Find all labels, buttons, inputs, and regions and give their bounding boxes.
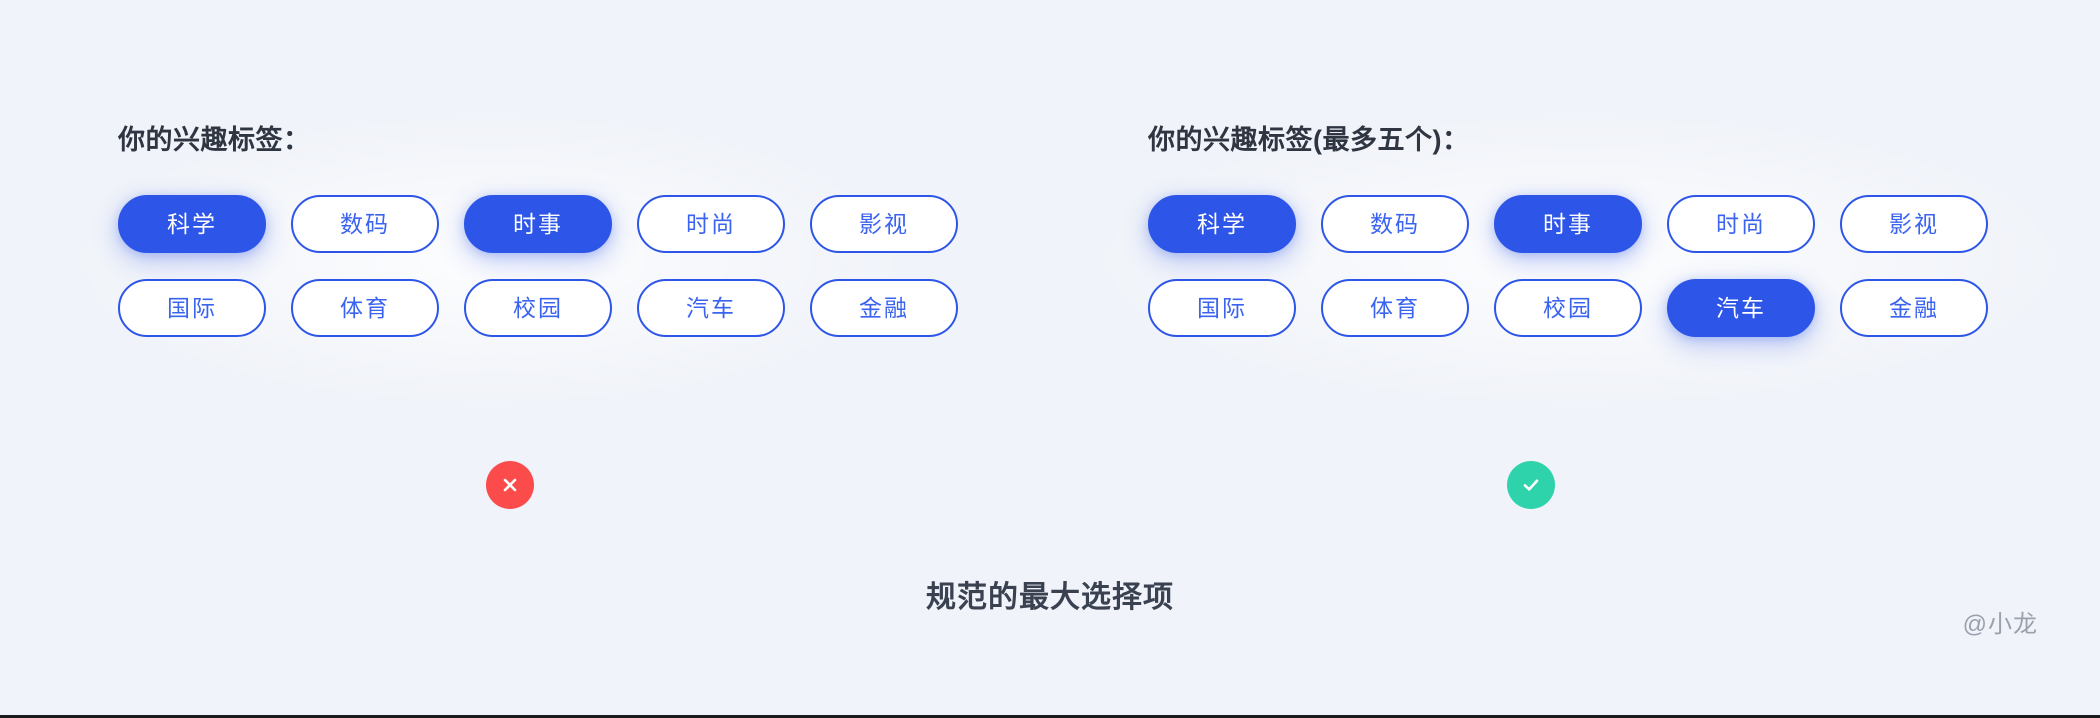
close-icon: [499, 474, 521, 496]
chip-slot: 时尚: [1667, 195, 1840, 253]
interest-chip-shishi[interactable]: 时事: [1494, 195, 1642, 253]
interest-chip-jinrong[interactable]: 金融: [1840, 279, 1988, 337]
interest-chip-tiyu[interactable]: 体育: [1321, 279, 1469, 337]
chip-slot: 汽车: [637, 279, 810, 337]
panel-with-limit: 你的兴趣标签(最多五个)： 科学 数码 时事 时尚 影视 国际 体育 校园 汽车: [1148, 118, 2013, 337]
chip-slot: 校园: [464, 279, 637, 337]
panel-label-with-limit: 你的兴趣标签(最多五个)：: [1148, 125, 1470, 155]
interest-chip-xiaoyuan[interactable]: 校园: [464, 279, 612, 337]
chip-row: 国际 体育 校园 汽车 金融: [1148, 279, 2013, 337]
check-icon: [1519, 473, 1543, 497]
interest-chip-shuma[interactable]: 数码: [1321, 195, 1469, 253]
chip-slot: 体育: [291, 279, 464, 337]
panel-without-limit: 你的兴趣标签： 科学 数码 时事 时尚 影视 国际 体育 校园 汽车 金融: [118, 118, 983, 337]
status-badge-valid: [1507, 461, 1555, 509]
chip-slot: 汽车: [1667, 279, 1840, 337]
chip-slot: 国际: [118, 279, 291, 337]
interest-chip-yingshi[interactable]: 影视: [810, 195, 958, 253]
chip-slot: 国际: [1148, 279, 1321, 337]
interest-chip-guoji[interactable]: 国际: [118, 279, 266, 337]
chip-slot: 数码: [1321, 195, 1494, 253]
chip-slot: 数码: [291, 195, 464, 253]
chip-slot: 金融: [1840, 279, 2013, 337]
interest-chip-qiche[interactable]: 汽车: [637, 279, 785, 337]
interest-chip-tiyu[interactable]: 体育: [291, 279, 439, 337]
chip-row: 国际 体育 校园 汽车 金融: [118, 279, 983, 337]
interest-chip-yingshi[interactable]: 影视: [1840, 195, 1988, 253]
interest-chip-shishang[interactable]: 时尚: [637, 195, 785, 253]
interest-chip-kexue[interactable]: 科学: [118, 195, 266, 253]
chip-slot: 影视: [810, 195, 983, 253]
chip-slot: 校园: [1494, 279, 1667, 337]
panel-label-without-limit: 你的兴趣标签：: [118, 125, 311, 155]
watermark: @小龙: [1962, 611, 2038, 638]
chip-slot: 金融: [810, 279, 983, 337]
interest-chip-xiaoyuan[interactable]: 校园: [1494, 279, 1642, 337]
chip-slot: 影视: [1840, 195, 2013, 253]
interest-chip-shuma[interactable]: 数码: [291, 195, 439, 253]
interest-chip-shishang[interactable]: 时尚: [1667, 195, 1815, 253]
interest-chip-kexue[interactable]: 科学: [1148, 195, 1296, 253]
chip-slot: 科学: [1148, 195, 1321, 253]
chip-slot: 时事: [1494, 195, 1667, 253]
chip-slot: 时事: [464, 195, 637, 253]
chip-slot: 时尚: [637, 195, 810, 253]
chip-row: 科学 数码 时事 时尚 影视: [1148, 195, 2013, 253]
chip-row: 科学 数码 时事 时尚 影视: [118, 195, 983, 253]
interest-chip-guoji[interactable]: 国际: [1148, 279, 1296, 337]
chip-slot: 科学: [118, 195, 291, 253]
interest-chip-jinrong[interactable]: 金融: [810, 279, 958, 337]
chip-slot: 体育: [1321, 279, 1494, 337]
interest-chip-shishi[interactable]: 时事: [464, 195, 612, 253]
status-badge-invalid: [486, 461, 534, 509]
interest-chip-qiche[interactable]: 汽车: [1667, 279, 1815, 337]
page-caption: 规范的最大选择项: [926, 581, 1174, 614]
